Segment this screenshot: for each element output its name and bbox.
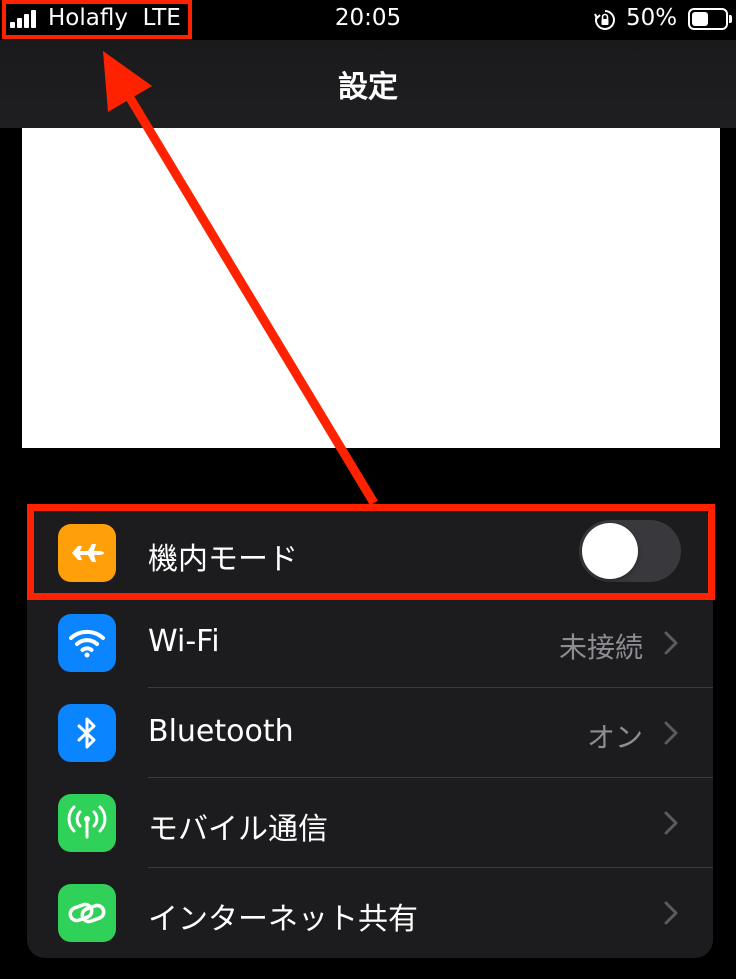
chevron-right-icon bbox=[664, 811, 678, 835]
battery-percentage: 50% bbox=[626, 5, 678, 31]
setting-row-wifi[interactable]: Wi-Fi 未接続 bbox=[27, 598, 713, 688]
wifi-status-value: 未接続 bbox=[558, 631, 643, 664]
battery-icon bbox=[688, 8, 728, 30]
page-title: 設定 bbox=[338, 70, 398, 105]
chevron-right-icon bbox=[664, 631, 678, 655]
airplane-mode-highlight-box bbox=[27, 504, 715, 600]
rotation-lock-icon bbox=[594, 10, 615, 30]
chevron-right-icon bbox=[664, 901, 678, 925]
profile-card-redacted[interactable] bbox=[22, 128, 720, 448]
link-icon bbox=[58, 884, 116, 942]
wifi-icon bbox=[58, 614, 116, 672]
setting-row-mobile-data[interactable]: モバイル通信 bbox=[27, 778, 713, 868]
battery-level-fill bbox=[692, 12, 708, 26]
personal-hotspot-label: インターネット共有 bbox=[148, 902, 418, 937]
wifi-label: Wi-Fi bbox=[148, 624, 220, 659]
battery-cap bbox=[729, 15, 732, 23]
bluetooth-icon bbox=[58, 704, 116, 762]
bluetooth-label: Bluetooth bbox=[148, 714, 294, 749]
navigation-bar: 設定 bbox=[0, 40, 736, 128]
setting-row-personal-hotspot[interactable]: インターネット共有 bbox=[27, 868, 713, 958]
status-bar: Holafly LTE 20:05 50% bbox=[0, 0, 736, 40]
antenna-icon bbox=[58, 794, 116, 852]
setting-row-bluetooth[interactable]: Bluetooth オン bbox=[27, 688, 713, 778]
mobile-data-label: モバイル通信 bbox=[148, 812, 328, 847]
chevron-right-icon bbox=[664, 721, 678, 745]
bluetooth-status-value: オン bbox=[586, 721, 643, 754]
